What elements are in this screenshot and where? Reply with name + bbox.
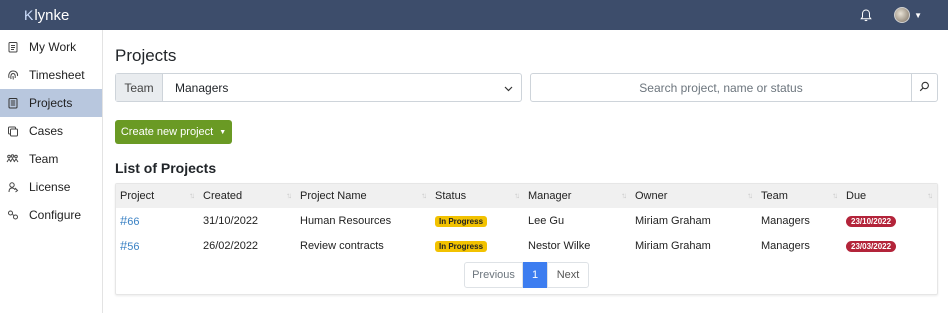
main-content: Projects Team Managers Search project, n… <box>115 30 938 295</box>
create-project-button[interactable]: Create new project ▼ <box>115 120 232 144</box>
app-logo[interactable]: Klynke <box>24 7 69 24</box>
team-filter-label: Team <box>116 74 163 101</box>
sidebar-item-timesheet[interactable]: Timesheet <box>0 61 102 89</box>
sidebar-item-label: License <box>29 180 71 194</box>
sort-icon: ↑↓ <box>621 191 627 200</box>
sidebar-item-label: Projects <box>29 96 73 110</box>
logo-text: lynke <box>34 6 70 24</box>
sidebar-item-label: My Work <box>29 40 77 54</box>
sidebar-item-team[interactable]: Team <box>0 145 102 173</box>
owner-cell: Miriam Graham <box>635 239 711 252</box>
column-header-manager[interactable]: Manager ↑↓ <box>524 184 631 208</box>
user-menu[interactable]: ▼ <box>894 7 922 23</box>
sidebar-item-my-work[interactable]: My Work <box>0 33 102 61</box>
page-title: Projects <box>115 46 177 65</box>
chevron-down-icon: ▼ <box>914 10 922 20</box>
pagination-page-1[interactable]: 1 <box>523 262 547 288</box>
project-name-cell: Human Resources <box>300 214 392 227</box>
search-group: Search project, name or status <box>530 73 938 102</box>
clipboard-icon <box>6 41 19 54</box>
project-link[interactable]: #56 <box>120 238 139 253</box>
team-select-value: Managers <box>175 80 229 95</box>
due-badge: 23/10/2022 <box>846 215 897 227</box>
search-button[interactable] <box>911 74 937 101</box>
search-icon <box>919 81 930 95</box>
column-header-owner[interactable]: Owner ↑↓ <box>631 184 757 208</box>
sidebar-item-projects[interactable]: Projects <box>0 89 102 117</box>
status-badge: In Progress <box>435 240 488 252</box>
pagination: Previous 1 Next <box>116 262 937 288</box>
column-header-project[interactable]: Project ↑↓ <box>116 184 199 208</box>
search-input[interactable]: Search project, name or status <box>531 74 911 101</box>
team-filter: Team Managers <box>115 73 522 102</box>
team-select[interactable]: Managers <box>163 74 521 101</box>
filter-bar: Team Managers Search project, name or st… <box>115 73 938 102</box>
table-row: #66 31/10/2022 Human Resources In Progre… <box>116 208 937 233</box>
table-row: #56 26/02/2022 Review contracts In Progr… <box>116 233 937 258</box>
sidebar-item-configure[interactable]: Configure <box>0 201 102 229</box>
column-header-team[interactable]: Team ↑↓ <box>757 184 842 208</box>
column-header-created[interactable]: Created ↑↓ <box>199 184 296 208</box>
pagination-next[interactable]: Next <box>547 262 589 288</box>
team-cell: Managers <box>761 214 810 227</box>
sidebar-item-label: Team <box>29 152 59 166</box>
document-icon <box>6 97 19 110</box>
manager-cell: Lee Gu <box>528 214 565 227</box>
license-icon <box>6 181 19 194</box>
project-link[interactable]: #66 <box>120 213 139 228</box>
bell-icon[interactable] <box>860 8 872 22</box>
sort-icon: ↑↓ <box>189 191 195 200</box>
sort-icon: ↑↓ <box>747 191 753 200</box>
column-header-project-name[interactable]: Project Name ↑↓ <box>296 184 431 208</box>
created-cell: 26/02/2022 <box>203 239 259 252</box>
projects-table-card: Project ↑↓ Created ↑↓ Project Name ↑↓ Statu… <box>115 183 938 295</box>
column-header-status[interactable]: Status ↑↓ <box>431 184 524 208</box>
project-name-cell: Review contracts <box>300 239 384 252</box>
sort-icon: ↑↓ <box>421 191 427 200</box>
cases-icon <box>6 125 19 138</box>
owner-cell: Miriam Graham <box>635 214 711 227</box>
status-badge: In Progress <box>435 215 488 227</box>
column-header-due[interactable]: Due ↑↓ <box>842 184 937 208</box>
created-cell: 31/10/2022 <box>203 214 259 227</box>
avatar <box>894 7 911 23</box>
pagination-previous[interactable]: Previous <box>464 262 523 288</box>
sort-icon: ↑↓ <box>514 191 520 200</box>
manager-cell: Nestor Wilke <box>528 239 591 252</box>
projects-table: Project ↑↓ Created ↑↓ Project Name ↑↓ Statu… <box>116 184 937 258</box>
sidebar-item-label: Cases <box>29 124 64 138</box>
sidebar-item-license[interactable]: License <box>0 173 102 201</box>
sidebar-item-cases[interactable]: Cases <box>0 117 102 145</box>
logo-mark: K <box>24 7 34 23</box>
top-navbar: Klynke ▼ <box>0 0 948 30</box>
sidebar-item-label: Configure <box>29 208 82 222</box>
caret-down-icon: ▼ <box>219 128 227 136</box>
table-header-row: Project ↑↓ Created ↑↓ Project Name ↑↓ Statu… <box>116 184 937 208</box>
create-project-label: Create new project <box>120 126 214 138</box>
sort-icon: ↑↓ <box>927 191 933 200</box>
fingerprint-icon <box>6 69 19 82</box>
sort-icon: ↑↓ <box>832 191 838 200</box>
list-title: List of Projects <box>115 160 217 176</box>
sidebar-item-label: Timesheet <box>29 68 85 82</box>
chevron-down-icon <box>504 81 513 95</box>
configure-icon <box>6 209 19 222</box>
sort-icon: ↑↓ <box>286 191 292 200</box>
team-icon <box>6 153 19 166</box>
sidebar: My Work Timesheet Projects Cases Team Li… <box>0 30 103 313</box>
due-badge: 23/03/2022 <box>846 240 897 252</box>
team-cell: Managers <box>761 239 810 252</box>
